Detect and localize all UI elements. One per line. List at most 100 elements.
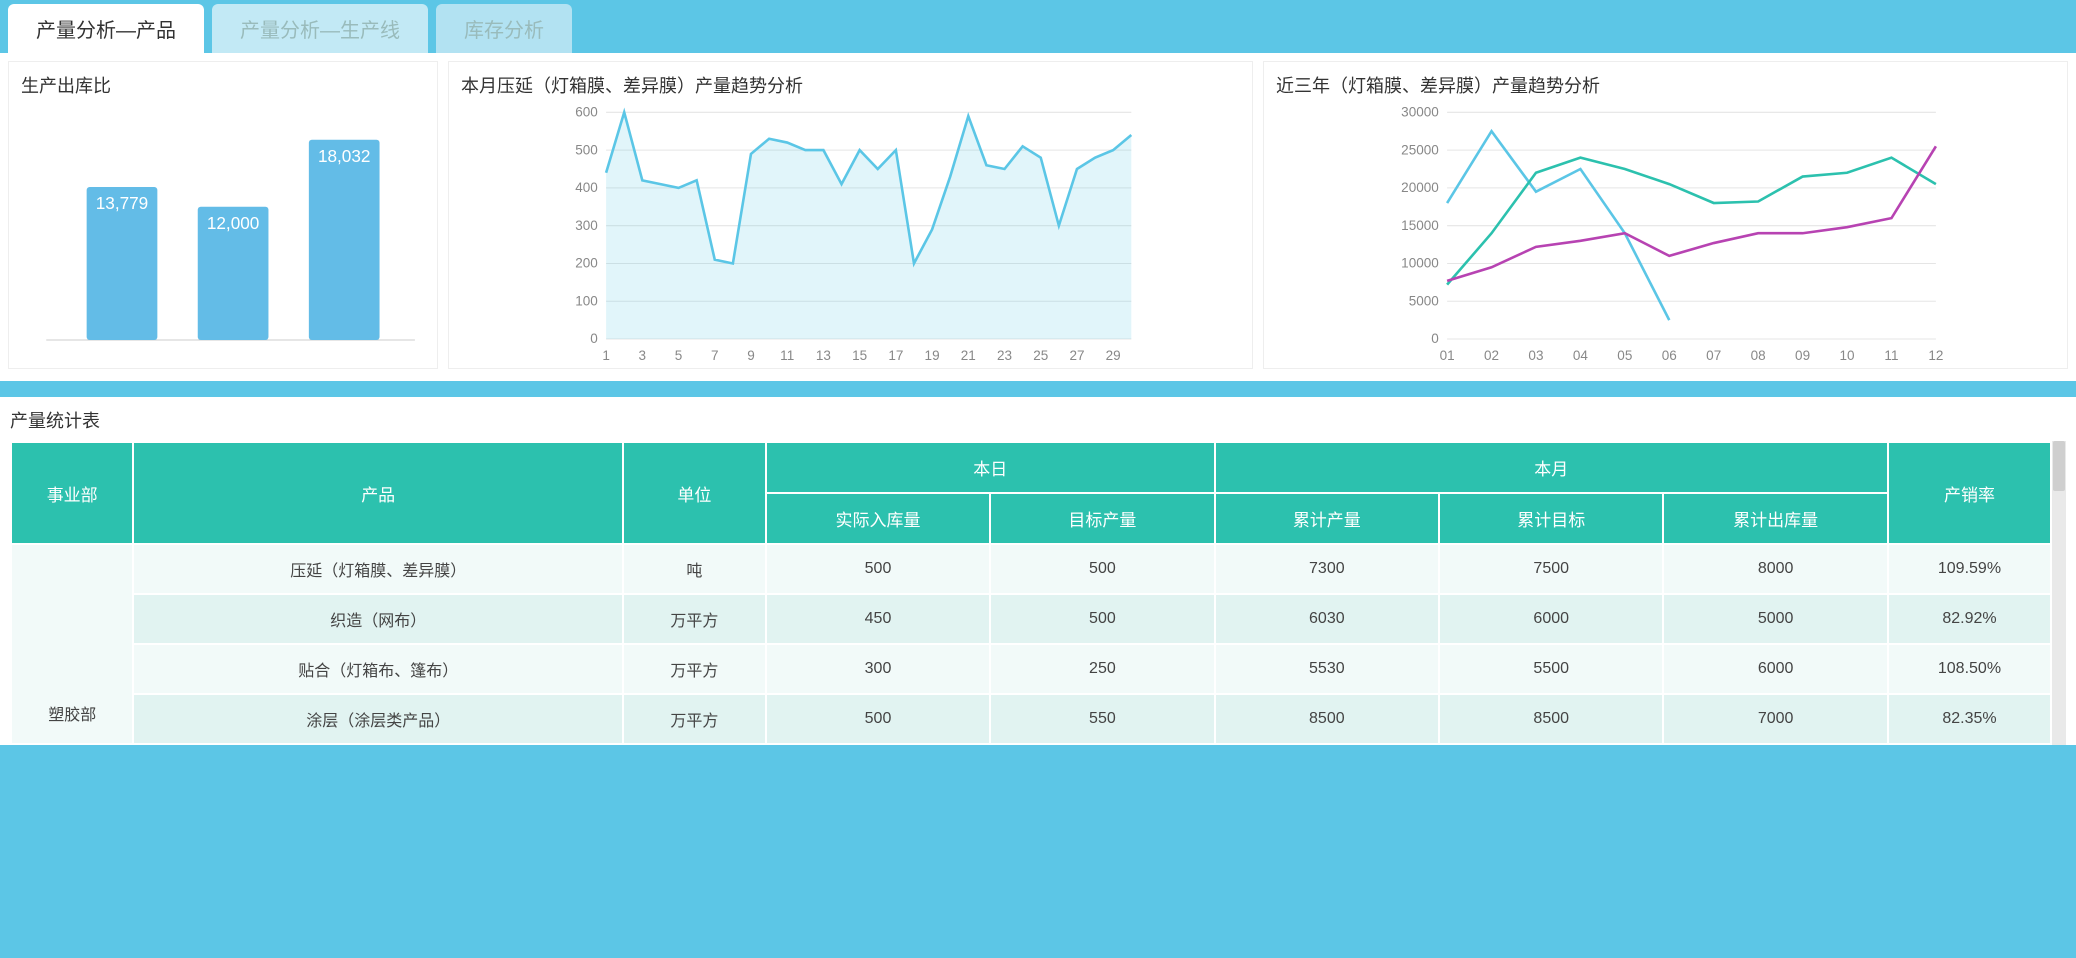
line1-card: 本月压延（灯箱膜、差异膜）产量趋势分析 01002003004005006001…	[448, 61, 1253, 369]
line2-chart: 0 5000 10000 15000 20000 25000 30000 01 02 03 04 05…	[1276, 104, 2055, 364]
svg-text:19: 19	[925, 348, 940, 363]
svg-text:25: 25	[1033, 348, 1048, 363]
table-row: 塑胶部压延（灯箱膜、差异膜）吨500500730075008000109.59%	[11, 544, 2051, 594]
svg-text:17: 17	[888, 348, 903, 363]
svg-text:11: 11	[1884, 348, 1898, 363]
dept-cell: 塑胶部	[11, 544, 133, 744]
cell-b: 500	[990, 544, 1214, 594]
cell-f: 82.35%	[1888, 694, 2051, 744]
cell-e: 6000	[1663, 644, 1887, 694]
th-month-target: 累计目标	[1439, 493, 1663, 544]
svg-text:12: 12	[1928, 348, 1943, 363]
th-month-prod: 累计产量	[1215, 493, 1439, 544]
cell-product: 织造（网布）	[133, 594, 623, 644]
svg-text:3: 3	[639, 348, 647, 363]
svg-text:20000: 20000	[1401, 180, 1439, 195]
scrollbar-thumb[interactable]	[2053, 441, 2065, 491]
svg-text:200: 200	[575, 256, 598, 271]
cell-d: 7500	[1439, 544, 1663, 594]
tab-product[interactable]: 产量分析—产品	[8, 4, 204, 53]
svg-text:06: 06	[1662, 348, 1677, 363]
tab-inventory[interactable]: 库存分析	[436, 4, 572, 53]
table-row: 贴合（灯箱布、篷布）万平方300250553055006000108.50%	[11, 644, 2051, 694]
cell-a: 500	[766, 544, 990, 594]
svg-text:500: 500	[575, 142, 598, 157]
svg-text:27: 27	[1069, 348, 1084, 363]
th-today-in: 实际入库量	[766, 493, 990, 544]
svg-text:400: 400	[575, 180, 598, 195]
cell-unit: 万平方	[623, 594, 766, 644]
svg-text:10: 10	[1840, 348, 1855, 363]
cell-e: 8000	[1663, 544, 1887, 594]
svg-text:13: 13	[816, 348, 831, 363]
svg-text:02: 02	[1484, 348, 1499, 363]
cell-d: 8500	[1439, 694, 1663, 744]
cell-c: 6030	[1215, 594, 1439, 644]
line1-title: 本月压延（灯箱膜、差异膜）产量趋势分析	[461, 72, 1240, 98]
svg-text:11: 11	[780, 348, 794, 363]
cell-b: 550	[990, 694, 1214, 744]
table-row: 织造（网布）万平方45050060306000500082.92%	[11, 594, 2051, 644]
th-product: 产品	[133, 442, 623, 544]
svg-text:25000: 25000	[1401, 142, 1439, 157]
th-month: 本月	[1215, 442, 1888, 493]
svg-text:7: 7	[711, 348, 719, 363]
th-dept: 事业部	[11, 442, 133, 544]
cell-a: 500	[766, 694, 990, 744]
svg-text:23: 23	[997, 348, 1012, 363]
svg-text:600: 600	[575, 104, 598, 119]
svg-text:04: 04	[1573, 348, 1589, 363]
svg-text:0: 0	[1431, 331, 1439, 346]
cell-f: 108.50%	[1888, 644, 2051, 694]
cell-d: 5500	[1439, 644, 1663, 694]
cell-b: 250	[990, 644, 1214, 694]
cell-unit: 万平方	[623, 694, 766, 744]
table-row: 涂层（涂层类产品）万平方50055085008500700082.35%	[11, 694, 2051, 744]
th-today-target: 目标产量	[990, 493, 1214, 544]
cell-c: 7300	[1215, 544, 1439, 594]
line2-card: 近三年（灯箱膜、差异膜）产量趋势分析 0 5000 10000 15000 20000 2…	[1263, 61, 2068, 369]
svg-text:21: 21	[961, 348, 976, 363]
cell-f: 82.92%	[1888, 594, 2051, 644]
cell-unit: 万平方	[623, 644, 766, 694]
svg-text:13,779: 13,779	[96, 193, 148, 213]
svg-text:29: 29	[1106, 348, 1121, 363]
svg-text:0: 0	[590, 331, 598, 346]
cell-a: 450	[766, 594, 990, 644]
svg-text:03: 03	[1528, 348, 1543, 363]
th-rate: 产销率	[1888, 442, 2051, 544]
tab-bar: 产量分析—产品 产量分析—生产线 库存分析	[0, 0, 2076, 53]
svg-text:15000: 15000	[1401, 218, 1439, 233]
tab-line[interactable]: 产量分析—生产线	[212, 4, 428, 53]
bar-card: 生产出库比 13,77912,00018,032	[8, 61, 438, 369]
svg-text:15: 15	[852, 348, 867, 363]
svg-text:10000: 10000	[1401, 256, 1439, 271]
cell-d: 6000	[1439, 594, 1663, 644]
stats-table: 事业部 产品 单位 本日 本月 产销率 实际入库量 目标产量 累计产量 累计目标…	[10, 441, 2052, 745]
th-month-out: 累计出库量	[1663, 493, 1887, 544]
svg-text:05: 05	[1617, 348, 1632, 363]
scrollbar[interactable]	[2052, 441, 2066, 745]
svg-text:08: 08	[1751, 348, 1766, 363]
chart-row: 生产出库比 13,77912,00018,032 本月压延（灯箱膜、差异膜）产量…	[0, 53, 2076, 381]
cell-b: 500	[990, 594, 1214, 644]
svg-text:5: 5	[675, 348, 683, 363]
cell-product: 压延（灯箱膜、差异膜）	[133, 544, 623, 594]
cell-a: 300	[766, 644, 990, 694]
svg-text:30000: 30000	[1401, 104, 1439, 119]
bar-title: 生产出库比	[21, 72, 425, 98]
cell-e: 7000	[1663, 694, 1887, 744]
svg-text:5000: 5000	[1409, 293, 1439, 308]
cell-product: 涂层（涂层类产品）	[133, 694, 623, 744]
table-section: 产量统计表 事业部 产品 单位 本日 本月 产销率 实际入库量	[0, 397, 2076, 745]
svg-text:09: 09	[1795, 348, 1810, 363]
svg-text:01: 01	[1440, 348, 1455, 363]
cell-product: 贴合（灯箱布、篷布）	[133, 644, 623, 694]
svg-text:07: 07	[1706, 348, 1721, 363]
line2-title: 近三年（灯箱膜、差异膜）产量趋势分析	[1276, 72, 2055, 98]
cell-unit: 吨	[623, 544, 766, 594]
cell-f: 109.59%	[1888, 544, 2051, 594]
cell-e: 5000	[1663, 594, 1887, 644]
cell-c: 8500	[1215, 694, 1439, 744]
table-body: 塑胶部压延（灯箱膜、差异膜）吨500500730075008000109.59%…	[11, 544, 2051, 744]
